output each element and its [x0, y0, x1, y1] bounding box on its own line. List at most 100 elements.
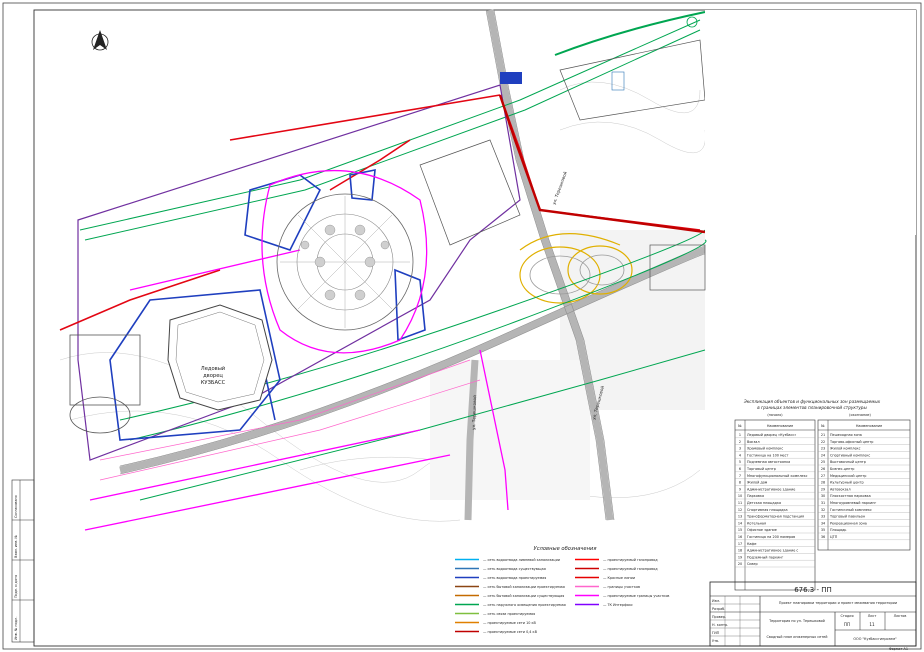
table-row-name: Гостиничный комплекс [830, 508, 872, 512]
table-row-name: Кафе [747, 542, 756, 546]
table-row-no: 14 [738, 521, 742, 525]
table-row-name: Жилой дом [747, 481, 768, 485]
table-row-name: Гостиница на 100 мест [747, 453, 788, 457]
table-row-no: 17 [738, 542, 742, 546]
sheet-format: Формат А1 [889, 647, 908, 651]
table-row-no: 25 [821, 460, 825, 464]
table-row-no: 24 [821, 453, 825, 457]
legend-item-label: — сеть связи проектируемая [483, 612, 535, 616]
table-row-no: 22 [821, 440, 825, 444]
table-row-name: Парковка [747, 494, 764, 498]
title-block-role: Провер. [712, 615, 726, 619]
right-col-no: № [821, 424, 825, 428]
explication-right-header: (окончание) [849, 413, 871, 417]
legend-item-label: — сеть водоотвода ливневой канализации [483, 558, 560, 562]
table-row-no: 32 [821, 508, 825, 512]
table-row-no: 29 [821, 487, 825, 491]
ice-palace-building: Ледовый дворец КУЗБАСС [167, 304, 273, 411]
table-row-no: 36 [821, 535, 825, 539]
arena-label-line3: КУЗБАСС [201, 380, 226, 386]
right-col-name: Наименование [856, 424, 882, 428]
explication-title-line1: Экспликация объектов и функциональных зо… [743, 399, 881, 404]
table-row-name: Спортивная площадка [747, 508, 788, 512]
table-row-name: ЦТП [830, 535, 838, 539]
table-row-name: Пешеходная зона [830, 433, 862, 437]
table-row-name: Офисное здание [747, 528, 777, 532]
legend-title: Условные обозначения [534, 546, 597, 552]
table-row-name: Торговый центр [746, 467, 776, 471]
table-row-name: Жилой комплекс [830, 447, 861, 451]
title-block-role: Утв. [712, 639, 719, 643]
table-row-no: 6 [739, 467, 741, 471]
legend-item-label: — проектируемый газопровод [603, 558, 658, 562]
table-row-no: 16 [738, 535, 742, 539]
left-col-name: Наименование [767, 424, 793, 428]
left-col-no: № [738, 424, 742, 428]
legend-item-label: — ТК Интерфакс [603, 603, 633, 607]
title-block-role: Разраб. [712, 607, 725, 611]
table-row-name: Ледовый дворец «Кузбасс» [747, 433, 796, 437]
table-row-no: 31 [821, 501, 825, 505]
table-row-name: Детская площадка [747, 501, 781, 505]
table-row-no: 27 [821, 474, 825, 478]
table-row-no: 19 [738, 555, 742, 559]
table-row-no: 9 [739, 487, 741, 491]
legend-item-label: — проектируемый газопровод [603, 567, 658, 571]
table-row-name: Плоскостная парковка [830, 494, 871, 498]
table-row-name: Котельная [747, 521, 766, 525]
table-row-no: 33 [821, 515, 825, 519]
table-row-name: Медицинский центр [830, 474, 866, 478]
table-row-name: Спортивный комплекс [830, 453, 870, 457]
table-row-name: Многофункциональный комплекс [747, 474, 808, 478]
side-stamp-label-3: Взам. инв. № [14, 535, 18, 558]
table-row-no: 10 [738, 494, 742, 498]
table-row-name: Бизнес-центр [830, 467, 854, 471]
company-name: ООО "Кузбассгипрозем" [853, 637, 897, 641]
table-row-no: 4 [739, 453, 741, 457]
table-row-name: Подземная автостоянка [747, 460, 790, 464]
stage-label: Стадия [840, 614, 853, 618]
table-row-no: 11 [738, 501, 742, 505]
legend-item-label: — проектируемые сети 0,4 кВ [483, 630, 538, 634]
table-row-name: Подземный паркинг [747, 555, 784, 559]
table-row-name: Торгово-офисный центр [829, 440, 873, 444]
doc-code: 676.3 - ПП [794, 586, 832, 594]
legend-item-label: — сеть водоотвода существующая [483, 567, 546, 571]
legend-item-label: — сеть наружного освещения проектируемая [483, 603, 566, 607]
legend-item-label: — проектируемые сети 10 кВ [483, 621, 537, 625]
table-row-no: 15 [738, 528, 742, 532]
drawing-title: Сводный план инженерных сетей [767, 635, 828, 639]
legend-item-label: — сеть бытовой канализации существующая [483, 594, 564, 598]
table-row-name: Административное здание с [747, 549, 798, 553]
drawing-sheet: Инв. № подл. Подп. и дата Взам. инв. № С… [0, 0, 924, 652]
legend-item-label: — Красные линии [603, 576, 635, 580]
title-block-role: ГИП [712, 631, 720, 635]
project-description: Проект планировки территории и проект ме… [779, 601, 897, 605]
title-block-role: Н. контр. [712, 623, 728, 627]
table-row-name: Сквер [747, 562, 758, 566]
table-row-name: Храмовый комплекс [747, 447, 783, 451]
table-row-no: 26 [821, 467, 825, 471]
table-row-name: Гостиница на 200 номеров [747, 535, 795, 539]
table-row-name: Многоуровневый паркинг [830, 501, 876, 505]
table-row-no: 18 [738, 549, 742, 553]
table-row-no: 8 [739, 481, 741, 485]
sheet-label: Лист [868, 614, 877, 618]
legend-item-label: — проектируемые границы участков [603, 594, 669, 598]
blue-building [500, 72, 522, 84]
sheets-label: Листов [894, 614, 907, 618]
table-row-name: Культурный центр [830, 481, 864, 485]
table-row-no: 23 [821, 447, 825, 451]
table-row-name: Трансформаторная подстанция [746, 515, 804, 519]
title-block-role: Изм. [712, 599, 720, 603]
arena-label-line1: Ледовый [201, 365, 225, 372]
table-row-no: 21 [821, 433, 825, 437]
table-row-no: 13 [738, 515, 742, 519]
table-row-no: 20 [738, 562, 742, 566]
table-row-no: 2 [739, 440, 741, 444]
table-row-no: 3 [739, 447, 741, 451]
side-stamp-label-4: Согласовано [14, 495, 18, 518]
table-row-name: Вокзал [747, 440, 760, 444]
table-row-no: 30 [821, 494, 825, 498]
side-stamp-label-1: Инв. № подл. [14, 617, 18, 640]
